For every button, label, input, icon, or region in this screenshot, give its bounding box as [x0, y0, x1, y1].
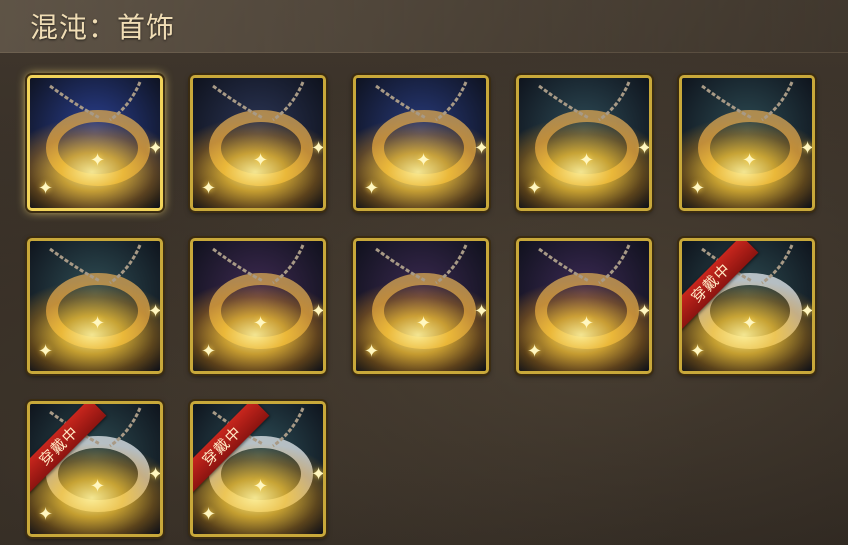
- accessory-slot[interactable]: ✦ ✦ ✦ 穿戴中: [27, 401, 163, 537]
- panel-title: 混沌：首饰: [30, 11, 176, 44]
- music-note-pendant-icon: [30, 78, 160, 208]
- accessory-slot[interactable]: ✦ ✦ ✦: [27, 238, 163, 374]
- accessory-slot[interactable]: ✦ ✦ ✦: [353, 238, 489, 374]
- hammer-necklace-icon: [519, 78, 649, 208]
- panel-header: 混沌：首饰: [0, 0, 848, 53]
- accessory-slot[interactable]: ✦ ✦ ✦: [679, 75, 815, 211]
- music-bracelet-icon: [193, 78, 323, 208]
- skull-pendant-icon: [193, 241, 323, 371]
- accessory-slot[interactable]: ✦ ✦ ✦: [190, 75, 326, 211]
- accessory-panel: 混沌：首饰 ✦ ✦ ✦ ✦ ✦ ✦ ✦ ✦ ✦ ✦ ✦ ✦ ✦ ✦ ✦ ✦ ✦ ✦ ✦ ✦ ✦ ✦ ✦ ✦ ✦ ✦ ✦ ✦ ✦ ✦ 穿戴中 ✦…: [0, 0, 848, 545]
- horn-ring-icon: [519, 241, 649, 371]
- accessory-slot[interactable]: ✦ ✦ ✦: [27, 75, 163, 211]
- accessory-slot[interactable]: ✦ ✦ ✦: [516, 238, 652, 374]
- accessory-slot[interactable]: ✦ ✦ ✦: [516, 75, 652, 211]
- accessory-slot[interactable]: ✦ ✦ ✦: [353, 75, 489, 211]
- accessory-slot[interactable]: ✦ ✦ ✦ 穿戴中: [679, 238, 815, 374]
- crystal-crown-ring-icon: [30, 241, 160, 371]
- accessory-grid: ✦ ✦ ✦ ✦ ✦ ✦ ✦ ✦ ✦ ✦ ✦ ✦ ✦ ✦ ✦ ✦ ✦ ✦ ✦ ✦ ✦ ✦ ✦ ✦ ✦ ✦ ✦ ✦ ✦ ✦ 穿戴中 ✦ ✦ ✦ 穿戴中 ✦…: [27, 75, 827, 545]
- treble-clef-bracelet-icon: [356, 78, 486, 208]
- jeweled-bangle-icon: [356, 241, 486, 371]
- accessory-slot[interactable]: ✦ ✦ ✦: [190, 238, 326, 374]
- accessory-slot[interactable]: ✦ ✦ ✦ 穿戴中: [190, 401, 326, 537]
- feather-bracelet-icon: [682, 78, 812, 208]
